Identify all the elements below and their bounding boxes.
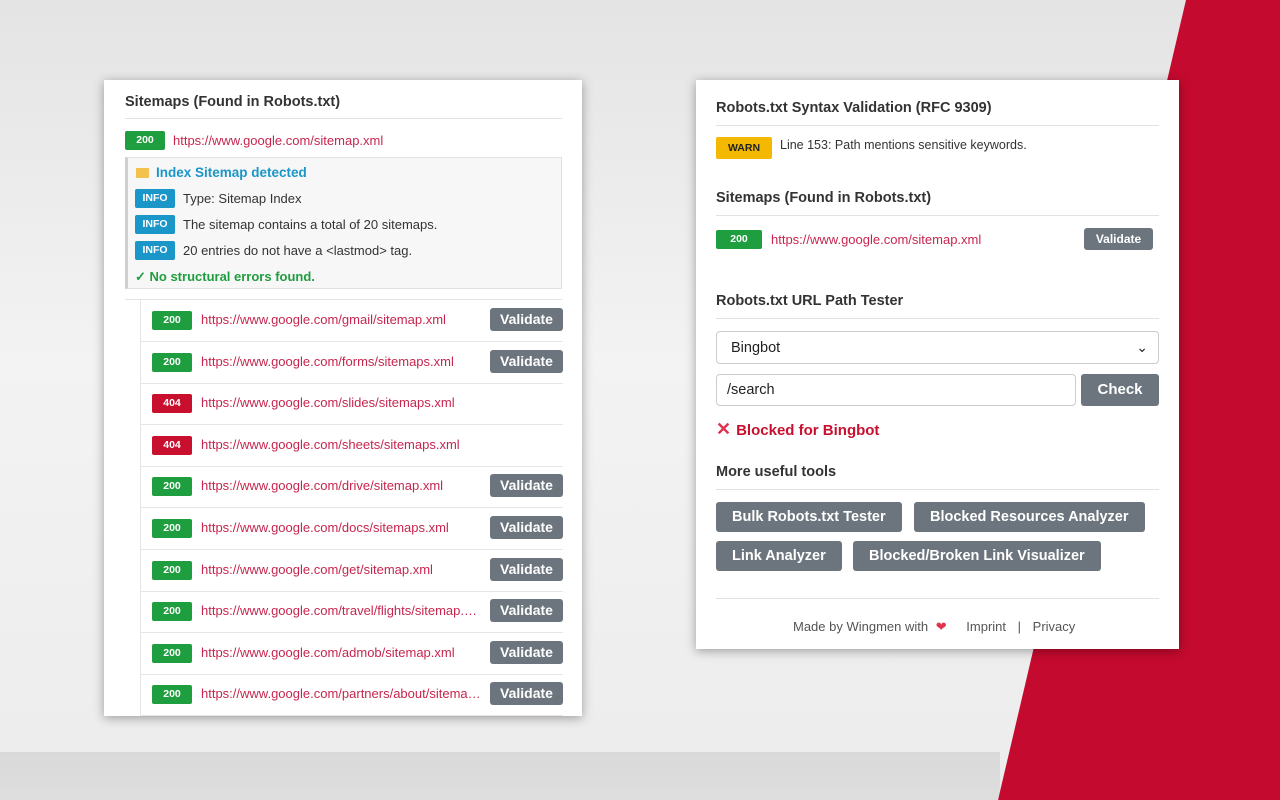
footer: Made by Wingmen with ❤ Imprint | Privacy — [793, 619, 1075, 635]
divider — [716, 598, 1159, 599]
validate-button[interactable]: Validate — [490, 349, 563, 373]
status-badge: 200 — [152, 311, 192, 330]
sitemaps-panel: Sitemaps (Found in Robots.txt) 200 https… — [104, 80, 582, 716]
warning-row: WARN Line 153: Path mentions sensitive k… — [716, 137, 1027, 159]
status-badge: 200 — [152, 477, 192, 497]
url-path-input[interactable]: /search — [716, 374, 1076, 406]
sitemap-child-row: 200 https://www.google.com/partners/about… — [140, 674, 563, 716]
status-badge: 200 — [152, 560, 192, 580]
info-badge: INFO — [135, 189, 175, 208]
syntax-validation-title: Robots.txt Syntax Validation (RFC 9309) — [716, 100, 992, 116]
index-heading-text: Index Sitemap detected — [156, 165, 307, 180]
main-sitemap-row: 200 https://www.google.com/sitemap.xml — [125, 131, 383, 150]
sitemap-child-link[interactable]: https://www.google.com/gmail/sitemap.xml — [201, 312, 481, 327]
divider — [716, 318, 1159, 319]
index-heading: Index Sitemap detected — [136, 165, 307, 180]
warn-badge: WARN — [716, 137, 772, 159]
user-agent-select[interactable]: Bingbot ⌄ — [716, 331, 1159, 364]
sitemap-child-row: 200 https://www.google.com/get/sitemap.xm… — [140, 549, 563, 592]
sitemap-child-link[interactable]: https://www.google.com/drive/sitemap.xml — [201, 478, 481, 493]
status-badge: 200 — [716, 230, 762, 249]
sitemap-child-link[interactable]: https://www.google.com/sheets/sitemaps.x… — [201, 437, 481, 452]
warning-text: Line 153: Path mentions sensitive keywor… — [780, 138, 1027, 152]
background-floor — [0, 752, 1000, 800]
heart-icon: ❤ — [935, 619, 947, 634]
sitemap-child-row: 200 https://www.google.com/travel/flights… — [140, 591, 563, 634]
sitemap-link[interactable]: https://www.google.com/sitemap.xml — [771, 232, 981, 247]
sitemap-child-link[interactable]: https://www.google.com/travel/flights/si… — [201, 603, 481, 618]
status-badge: 200 — [152, 602, 192, 622]
chevron-down-icon: ⌄ — [1136, 339, 1148, 355]
status-badge: 200 — [152, 685, 192, 705]
bulk-robots-tester-button[interactable]: Bulk Robots.txt Tester — [716, 502, 902, 532]
divider — [716, 215, 1159, 216]
more-tools-title: More useful tools — [716, 464, 837, 480]
info-row: INFO 20 entries do not have a <lastmod> … — [135, 241, 412, 260]
validate-button[interactable]: Validate — [490, 682, 563, 706]
broken-link-visualizer-button[interactable]: Blocked/Broken Link Visualizer — [853, 541, 1101, 571]
url-tester-title: Robots.txt URL Path Tester — [716, 293, 904, 309]
sitemap-child-row: 200 https://www.google.com/gmail/sitemap.… — [140, 300, 563, 342]
status-badge: 200 — [125, 131, 165, 150]
info-row: INFO Type: Sitemap Index — [135, 189, 302, 208]
info-text: The sitemap contains a total of 20 sitem… — [183, 217, 438, 232]
sitemap-child-row: 404 https://www.google.com/slides/sitemap… — [140, 383, 563, 426]
validate-button[interactable]: Validate — [1084, 228, 1153, 250]
check-button[interactable]: Check — [1081, 374, 1159, 406]
blocked-resources-analyzer-button[interactable]: Blocked Resources Analyzer — [914, 502, 1145, 532]
sitemaps-title: Sitemaps (Found in Robots.txt) — [716, 190, 932, 206]
divider — [125, 118, 562, 119]
sitemap-child-row: 200 https://www.google.com/admob/sitemap.… — [140, 632, 563, 675]
test-result-text: Blocked for Bingbot — [736, 422, 880, 439]
status-badge: 200 — [152, 643, 192, 663]
status-badge: 200 — [152, 352, 192, 372]
no-errors-message: ✓ No structural errors found. — [135, 269, 315, 284]
info-badge: INFO — [135, 241, 175, 260]
validate-button[interactable]: Validate — [490, 516, 563, 539]
validate-button[interactable]: Validate — [490, 640, 563, 664]
status-badge: 404 — [152, 435, 192, 455]
privacy-link[interactable]: Privacy — [1033, 619, 1076, 634]
validate-button[interactable]: Validate — [490, 599, 563, 623]
sitemap-child-link[interactable]: https://www.google.com/forms/sitemaps.xm… — [201, 354, 481, 369]
sitemap-child-row: 200 https://www.google.com/docs/sitemaps.… — [140, 508, 563, 550]
status-badge: 200 — [152, 519, 192, 538]
sitemaps-title: Sitemaps (Found in Robots.txt) — [125, 94, 341, 110]
validate-button[interactable]: Validate — [490, 308, 563, 331]
validate-button[interactable]: Validate — [490, 474, 563, 498]
sitemap-child-link[interactable]: https://www.google.com/admob/sitemap.xml — [201, 645, 481, 660]
sitemap-child-row: 200 https://www.google.com/forms/sitemaps… — [140, 341, 563, 384]
user-agent-selected: Bingbot — [731, 340, 781, 356]
sitemap-child-row: 404 https://www.google.com/sheets/sitemap… — [140, 424, 563, 467]
sitemap-child-link[interactable]: https://www.google.com/get/sitemap.xml — [201, 562, 481, 577]
sitemap-child-row: 200 https://www.google.com/drive/sitemap.… — [140, 466, 563, 509]
sitemap-child-link[interactable]: https://www.google.com/slides/sitemaps.x… — [201, 395, 481, 410]
index-sitemap-box: Index Sitemap detected INFO Type: Sitema… — [125, 157, 562, 289]
divider — [716, 489, 1159, 490]
divider — [716, 125, 1159, 126]
validate-button[interactable]: Validate — [490, 557, 563, 581]
info-row: INFO The sitemap contains a total of 20 … — [135, 215, 437, 234]
info-badge: INFO — [135, 215, 175, 234]
sitemap-child-link[interactable]: https://www.google.com/docs/sitemaps.xml — [201, 520, 481, 535]
status-badge: 404 — [152, 394, 192, 414]
sitemap-child-link[interactable]: https://www.google.com/partners/about/si… — [201, 686, 481, 701]
made-by-text: Made by Wingmen with — [793, 619, 929, 634]
info-text: 20 entries do not have a <lastmod> tag. — [183, 243, 413, 258]
cross-icon: ✕ — [716, 419, 732, 439]
main-sitemap-link[interactable]: https://www.google.com/sitemap.xml — [173, 133, 383, 148]
link-analyzer-button[interactable]: Link Analyzer — [716, 541, 842, 571]
folder-icon — [136, 167, 149, 178]
footer-separator: | — [1017, 619, 1022, 634]
info-text: Type: Sitemap Index — [183, 191, 302, 206]
robots-tools-panel: Robots.txt Syntax Validation (RFC 9309) … — [696, 80, 1179, 649]
test-result: ✕ Blocked for Bingbot — [716, 419, 880, 441]
imprint-link[interactable]: Imprint — [966, 619, 1006, 634]
